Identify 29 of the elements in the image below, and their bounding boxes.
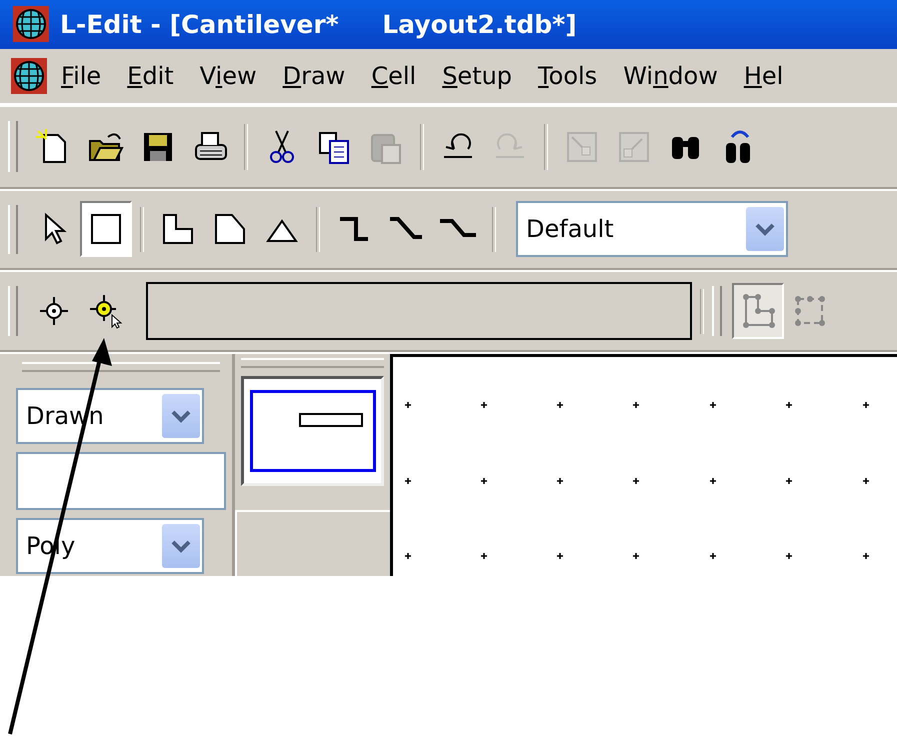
window-title: L-Edit - [Cantilever* Layout2.tdb*] — [60, 10, 577, 39]
layer-dropdown[interactable]: Default — [516, 201, 788, 258]
chevron-icon — [170, 539, 192, 553]
toolbar-grip[interactable] — [712, 286, 722, 336]
toolbar-grip[interactable] — [8, 121, 18, 172]
dropdown-button[interactable] — [746, 207, 784, 252]
toolbar-grip[interactable] — [8, 204, 18, 254]
toolbar-grip[interactable] — [8, 286, 18, 336]
text-field[interactable] — [16, 452, 226, 510]
dropdown-button[interactable] — [162, 394, 200, 438]
menu-item[interactable]: File — [48, 62, 114, 90]
document-icon — [10, 56, 48, 95]
menu-item[interactable]: Hel — [730, 62, 796, 90]
menu-item[interactable]: Edit — [114, 62, 187, 90]
app-icon — [12, 5, 50, 44]
edit-mode-button[interactable] — [732, 283, 784, 340]
menu-item[interactable]: Setup — [429, 62, 526, 90]
menu-item[interactable]: View — [186, 62, 270, 90]
chevron-icon — [754, 222, 776, 236]
chevron-icon — [170, 409, 192, 423]
menu-item[interactable]: Cell — [358, 62, 430, 90]
dropdown-button[interactable] — [162, 524, 200, 568]
menu-item[interactable]: Window — [610, 62, 731, 90]
status-field[interactable] — [146, 282, 692, 340]
menu-item[interactable]: Draw — [270, 62, 358, 90]
panel-grip[interactable] — [241, 358, 384, 368]
panel-grip[interactable] — [22, 362, 220, 372]
menu-item[interactable]: Tools — [525, 62, 610, 90]
drawing-tool-button[interactable] — [80, 201, 132, 258]
